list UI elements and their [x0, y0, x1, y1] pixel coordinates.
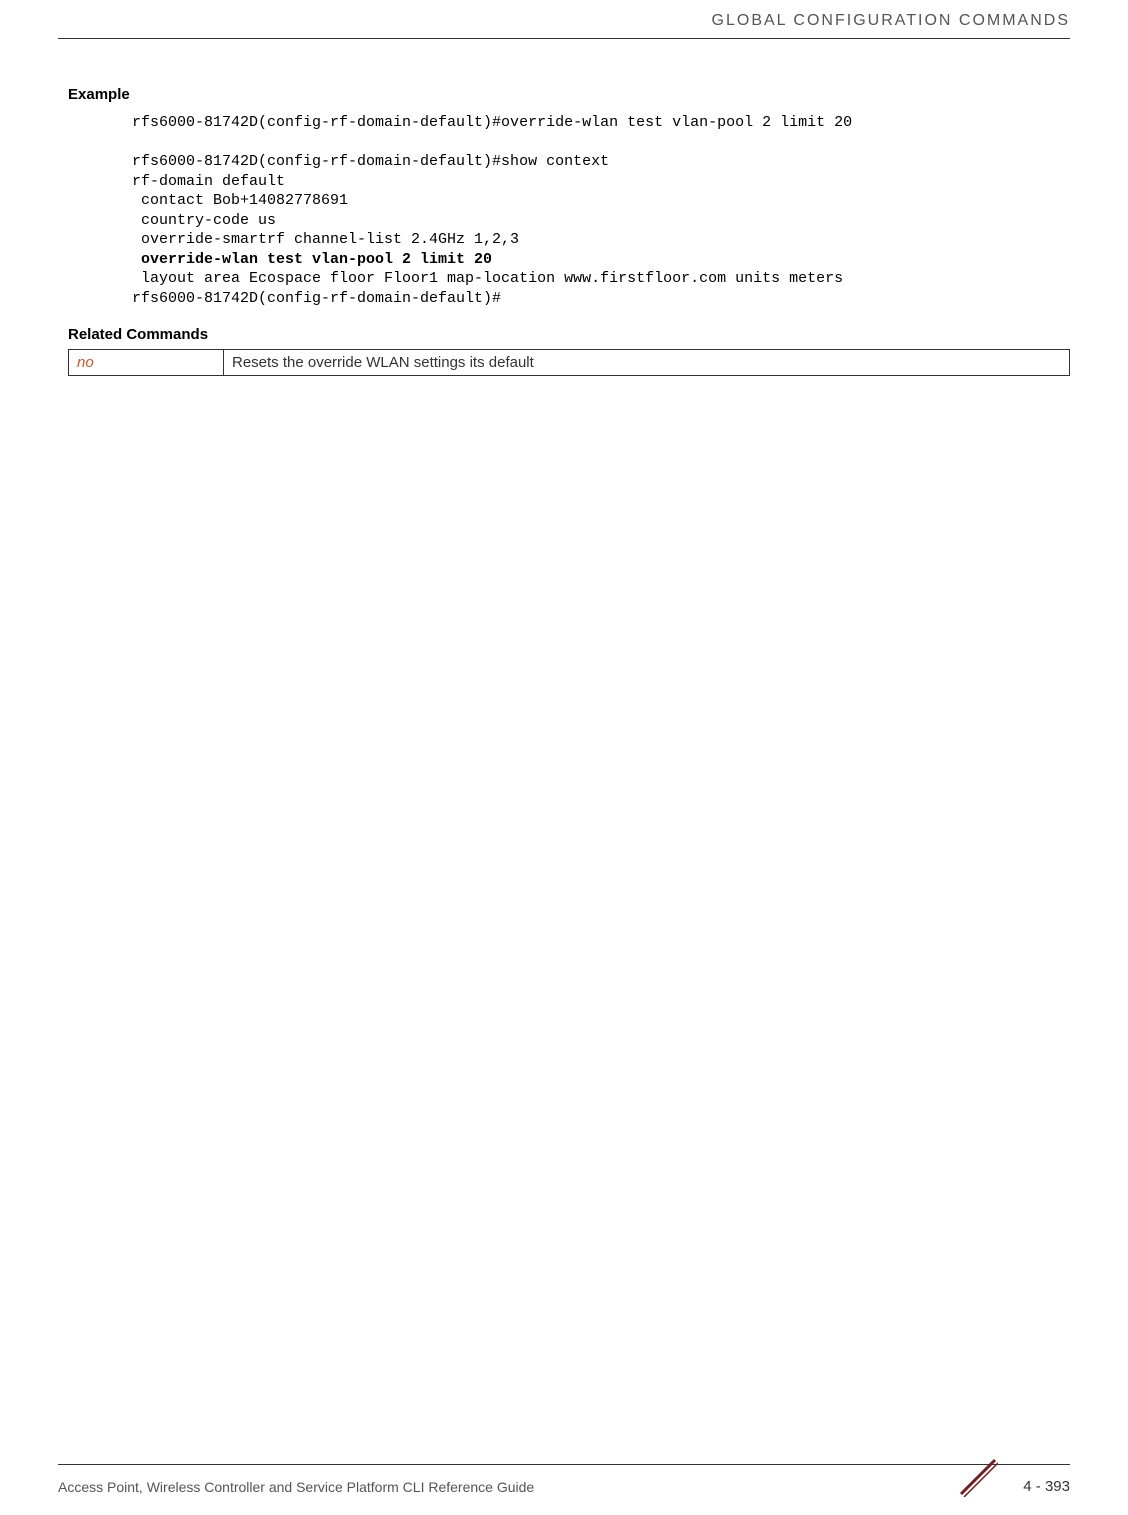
code-line: rfs6000-81742D(config-rf-domain-default)…: [132, 290, 501, 307]
header-rule: [58, 38, 1070, 39]
code-line: rf-domain default: [132, 173, 285, 190]
code-line: country-code us: [132, 212, 276, 229]
page-number: 4 - 393: [1023, 1478, 1070, 1495]
main-content: Example rfs6000-81742D(config-rf-domain-…: [68, 86, 1070, 376]
related-command-description: Resets the override WLAN settings its de…: [224, 350, 1070, 376]
code-line: override-smartrf channel-list 2.4GHz 1,2…: [132, 231, 519, 248]
page-header: GLOBAL CONFIGURATION COMMANDS: [712, 12, 1070, 30]
code-line: layout area Ecospace floor Floor1 map-lo…: [132, 270, 843, 287]
code-line: contact Bob+14082778691: [132, 192, 348, 209]
related-commands-table: no Resets the override WLAN settings its…: [68, 349, 1070, 376]
example-heading: Example: [68, 86, 1070, 103]
related-command-name: no: [69, 350, 224, 376]
related-commands-heading: Related Commands: [68, 326, 1070, 343]
code-line-bold: override-wlan test vlan-pool 2 limit 20: [132, 251, 492, 268]
code-block-1: rfs6000-81742D(config-rf-domain-default)…: [132, 113, 1070, 308]
code-line: rfs6000-81742D(config-rf-domain-default)…: [132, 114, 852, 131]
footer-text: Access Point, Wireless Controller and Se…: [58, 1479, 534, 1495]
footer-rule: [58, 1464, 1070, 1465]
footer-slash-icon: [958, 1457, 998, 1497]
table-row: no Resets the override WLAN settings its…: [69, 350, 1070, 376]
code-line: rfs6000-81742D(config-rf-domain-default)…: [132, 153, 609, 170]
